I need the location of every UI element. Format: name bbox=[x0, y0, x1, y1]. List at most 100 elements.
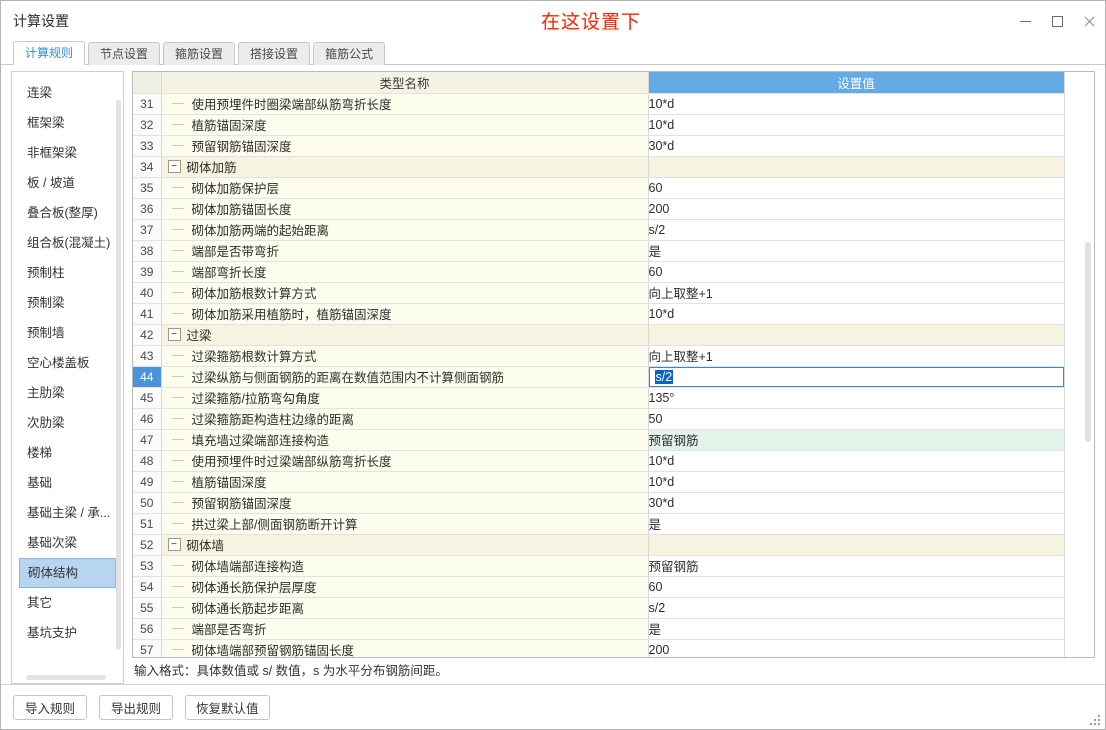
sidebar-item[interactable]: 砌体结构 bbox=[19, 558, 116, 588]
row-index-cell[interactable]: 49 bbox=[133, 471, 162, 493]
maximize-button[interactable] bbox=[1041, 1, 1073, 41]
setting-value-cell[interactable]: 向上取整+1 bbox=[648, 282, 1065, 304]
table-row[interactable]: 49 植筋锚固深度 10*d bbox=[133, 471, 1065, 493]
type-name-cell[interactable]: − 砌体加筋 bbox=[161, 156, 649, 178]
tab-stirrup-settings[interactable]: 箍筋设置 bbox=[163, 42, 236, 65]
tab-calculation-rules[interactable]: 计算规则 bbox=[13, 41, 86, 65]
setting-value-cell[interactable]: 135° bbox=[648, 387, 1065, 409]
setting-value-cell[interactable]: 是 bbox=[648, 240, 1065, 262]
type-name-cell[interactable]: 植筋锚固深度 bbox=[161, 471, 649, 493]
setting-value-cell[interactable]: s/2 bbox=[648, 366, 1065, 388]
setting-value-cell[interactable]: 10*d bbox=[648, 114, 1065, 136]
sidebar-item[interactable]: 基础次梁 bbox=[19, 528, 116, 558]
type-name-cell[interactable]: 过梁纵筋与侧面钢筋的距离在数值范围内不计算侧面钢筋 bbox=[161, 366, 649, 388]
row-index-cell[interactable]: 32 bbox=[133, 114, 162, 136]
row-index-cell[interactable]: 34 bbox=[133, 156, 162, 178]
type-name-cell[interactable]: 砌体加筋锚固长度 bbox=[161, 198, 649, 220]
setting-value-cell[interactable]: 200 bbox=[648, 639, 1065, 657]
type-name-cell[interactable]: 拱过梁上部/侧面钢筋断开计算 bbox=[161, 513, 649, 535]
table-row[interactable]: 43 过梁箍筋根数计算方式 向上取整+1 bbox=[133, 345, 1065, 367]
table-group-row[interactable]: 42− 过梁 bbox=[133, 324, 1065, 346]
row-index-cell[interactable]: 39 bbox=[133, 261, 162, 283]
table-row[interactable]: 56 端部是否弯折 是 bbox=[133, 618, 1065, 640]
table-row[interactable]: 39 端部弯折长度 60 bbox=[133, 261, 1065, 283]
row-index-cell[interactable]: 44 bbox=[133, 366, 162, 388]
sidebar-item[interactable]: 预制柱 bbox=[19, 258, 116, 288]
table-row[interactable]: 48 使用预埋件时过梁端部纵筋弯折长度 10*d bbox=[133, 450, 1065, 472]
setting-value-cell[interactable]: 30*d bbox=[648, 492, 1065, 514]
row-index-cell[interactable]: 36 bbox=[133, 198, 162, 220]
row-index-cell[interactable]: 43 bbox=[133, 345, 162, 367]
restore-defaults-button[interactable]: 恢复默认值 bbox=[185, 694, 270, 720]
sidebar-item[interactable]: 组合板(混凝土) bbox=[19, 228, 116, 258]
sidebar-item[interactable]: 基础主梁 / 承... bbox=[19, 498, 116, 528]
table-row[interactable]: 46 过梁箍筋距构造柱边缘的距离 50 bbox=[133, 408, 1065, 430]
type-name-cell[interactable]: 砌体加筋采用植筋时，植筋锚固深度 bbox=[161, 303, 649, 325]
setting-value-cell[interactable] bbox=[648, 534, 1065, 556]
type-name-cell[interactable]: 使用预埋件时圈梁端部纵筋弯折长度 bbox=[161, 93, 649, 115]
setting-value-cell[interactable]: 10*d bbox=[648, 450, 1065, 472]
table-row[interactable]: 36 砌体加筋锚固长度 200 bbox=[133, 198, 1065, 220]
table-row[interactable]: 31 使用预埋件时圈梁端部纵筋弯折长度 10*d bbox=[133, 93, 1065, 115]
sidebar-item[interactable]: 板 / 坡道 bbox=[19, 168, 116, 198]
setting-value-cell[interactable]: s/2 bbox=[648, 597, 1065, 619]
tab-stirrup-formula[interactable]: 箍筋公式 bbox=[313, 42, 386, 65]
row-index-cell[interactable]: 52 bbox=[133, 534, 162, 556]
row-index-cell[interactable]: 54 bbox=[133, 576, 162, 598]
table-row[interactable]: 38 端部是否带弯折 是 bbox=[133, 240, 1065, 262]
sidebar-horizontal-scrollbar[interactable] bbox=[26, 675, 106, 680]
sidebar-item[interactable]: 预制梁 bbox=[19, 288, 116, 318]
row-index-cell[interactable]: 31 bbox=[133, 93, 162, 115]
type-name-cell[interactable]: 端部是否带弯折 bbox=[161, 240, 649, 262]
table-group-row[interactable]: 34− 砌体加筋 bbox=[133, 156, 1065, 178]
setting-value-cell[interactable]: 60 bbox=[648, 177, 1065, 199]
type-name-cell[interactable]: − 过梁 bbox=[161, 324, 649, 346]
setting-value-cell[interactable] bbox=[648, 156, 1065, 178]
type-name-cell[interactable]: 过梁箍筋/拉筋弯勾角度 bbox=[161, 387, 649, 409]
type-name-cell[interactable]: 砌体墙端部连接构造 bbox=[161, 555, 649, 577]
setting-value-cell[interactable]: 预留钢筋 bbox=[648, 555, 1065, 577]
tab-node-settings[interactable]: 节点设置 bbox=[88, 42, 161, 65]
sidebar-item[interactable]: 框架梁 bbox=[19, 108, 116, 138]
table-row[interactable]: 33 预留钢筋锚固深度 30*d bbox=[133, 135, 1065, 157]
sidebar-item[interactable]: 其它 bbox=[19, 588, 116, 618]
setting-value-cell[interactable]: s/2 bbox=[648, 219, 1065, 241]
table-row[interactable]: 37 砌体加筋两端的起始距离 s/2 bbox=[133, 219, 1065, 241]
row-index-cell[interactable]: 56 bbox=[133, 618, 162, 640]
row-index-cell[interactable]: 53 bbox=[133, 555, 162, 577]
type-name-cell[interactable]: 使用预埋件时过梁端部纵筋弯折长度 bbox=[161, 450, 649, 472]
table-row[interactable]: 40 砌体加筋根数计算方式 向上取整+1 bbox=[133, 282, 1065, 304]
table-row[interactable]: 32 植筋锚固深度 10*d bbox=[133, 114, 1065, 136]
row-index-cell[interactable]: 50 bbox=[133, 492, 162, 514]
sidebar-item[interactable]: 连梁 bbox=[19, 78, 116, 108]
sidebar-item[interactable]: 楼梯 bbox=[19, 438, 116, 468]
row-index-cell[interactable]: 35 bbox=[133, 177, 162, 199]
type-name-cell[interactable]: 砌体加筋保护层 bbox=[161, 177, 649, 199]
row-index-cell[interactable]: 38 bbox=[133, 240, 162, 262]
row-index-cell[interactable]: 55 bbox=[133, 597, 162, 619]
setting-value-cell[interactable] bbox=[648, 324, 1065, 346]
table-row[interactable]: 54 砌体通长筋保护层厚度 60 bbox=[133, 576, 1065, 598]
table-row[interactable]: 44 过梁纵筋与侧面钢筋的距离在数值范围内不计算侧面钢筋 s/2 bbox=[133, 366, 1065, 388]
type-name-cell[interactable]: 砌体通长筋起步距离 bbox=[161, 597, 649, 619]
sidebar-item[interactable]: 基础 bbox=[19, 468, 116, 498]
setting-value-cell[interactable]: 是 bbox=[648, 513, 1065, 535]
row-index-cell[interactable]: 40 bbox=[133, 282, 162, 304]
row-index-cell[interactable]: 37 bbox=[133, 219, 162, 241]
type-name-cell[interactable]: 端部弯折长度 bbox=[161, 261, 649, 283]
table-row[interactable]: 51 拱过梁上部/侧面钢筋断开计算 是 bbox=[133, 513, 1065, 535]
setting-value-cell[interactable]: 向上取整+1 bbox=[648, 345, 1065, 367]
setting-value-cell[interactable]: 60 bbox=[648, 576, 1065, 598]
sidebar-item[interactable]: 次肋梁 bbox=[19, 408, 116, 438]
collapse-toggle-icon[interactable]: − bbox=[167, 160, 181, 173]
type-name-cell[interactable]: − 砌体墙 bbox=[161, 534, 649, 556]
sidebar-list[interactable]: 连梁 框架梁 非框架梁板 / 坡道 叠合板(整厚) 组合板(混凝土) 预制柱 预制梁 预制墙空… bbox=[12, 72, 123, 683]
setting-value-cell[interactable]: 200 bbox=[648, 198, 1065, 220]
tab-lap-settings[interactable]: 搭接设置 bbox=[238, 42, 311, 65]
row-index-cell[interactable]: 46 bbox=[133, 408, 162, 430]
row-index-cell[interactable]: 57 bbox=[133, 639, 162, 657]
setting-value-cell[interactable]: 30*d bbox=[648, 135, 1065, 157]
resize-grip-icon[interactable] bbox=[1088, 713, 1100, 725]
sidebar-item[interactable]: 基坑支护 bbox=[19, 618, 116, 648]
sidebar-item[interactable]: 空心楼盖板 bbox=[19, 348, 116, 378]
